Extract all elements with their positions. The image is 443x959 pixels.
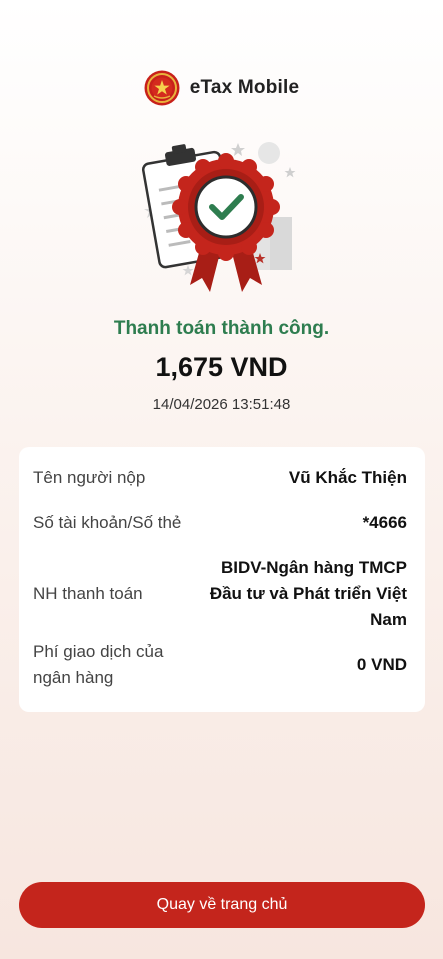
detail-row-payer: Tên người nộp Vũ Khắc Thiện [33,461,407,495]
detail-label: NH thanh toán [33,584,143,603]
detail-value: *4666 [362,513,407,532]
detail-value: 0 VND [356,655,407,674]
back-to-home-button[interactable]: Quay về trang chủ [19,882,425,928]
payment-status-title: Thanh toán thành công. [113,318,330,339]
detail-label: Số tài khoản/Số thẻ [33,513,182,532]
emblem-icon [144,70,180,106]
payment-details-card: Tên người nộp Vũ Khắc Thiện Số tài khoản… [19,447,425,712]
detail-row-fee: Phí giao dịch của ngân hàng 0 VND [33,635,407,695]
detail-label: Phí giao dịch của ngân hàng [33,642,164,687]
app-title: eTax Mobile [189,77,300,98]
detail-label: Tên người nộp [33,468,146,487]
payment-amount: 1,675 VND [155,352,288,382]
detail-row-bank: NH thanh toán BIDV-Ngân hàng TMCP Đầu tư… [33,553,407,635]
detail-value: Vũ Khắc Thiện [288,468,407,487]
detail-row-account: Số tài khoản/Số thẻ *4666 [33,495,407,551]
payment-success-badge-icon [141,142,296,292]
app-header: eTax Mobile [0,70,443,106]
detail-value: BIDV-Ngân hàng TMCP Đầu tư và Phát triển… [209,558,407,629]
payment-datetime: 14/04/2026 13:51:48 [152,396,291,413]
